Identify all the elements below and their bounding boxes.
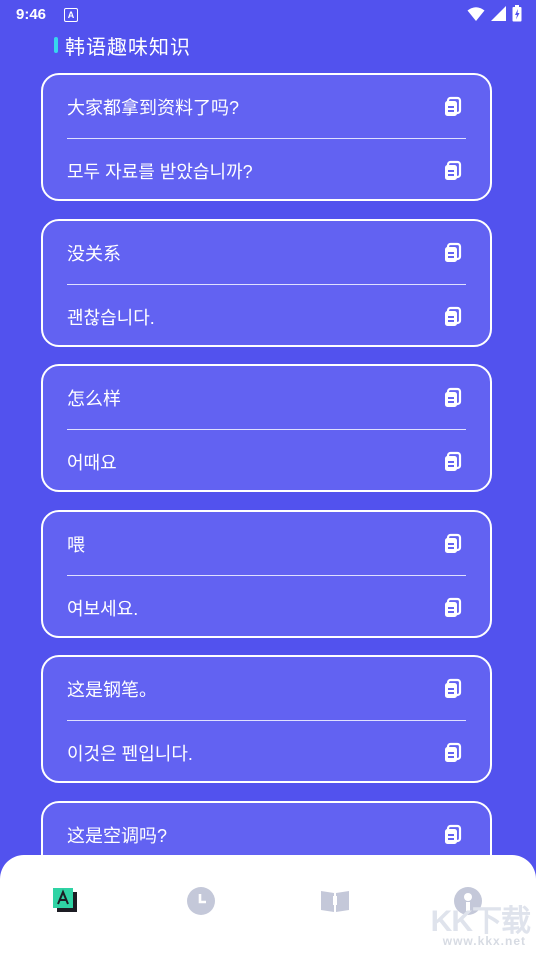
translate-icon — [53, 888, 77, 912]
phrase-row-korean: 괜찮습니다. — [67, 285, 464, 349]
korean-phrase: 이것은 펜입니다. — [67, 744, 193, 764]
battery-icon — [512, 5, 522, 22]
page-title: 韩语趣味知识 — [65, 36, 191, 59]
phrase-row-chinese: 这是钢笔。 — [67, 657, 464, 721]
copy-icon[interactable] — [442, 597, 464, 619]
copy-icon[interactable] — [442, 742, 464, 764]
nav-item-translate[interactable] — [47, 883, 83, 919]
nav-item-learn[interactable] — [317, 883, 353, 919]
copy-icon[interactable] — [442, 824, 464, 846]
chinese-phrase: 没关系 — [67, 243, 121, 264]
phrase-row-korean: 어때요 — [67, 430, 464, 494]
phrase-card: 这是钢笔。 이것은 펜입니다. — [41, 655, 492, 783]
book-icon — [321, 891, 349, 912]
signal-icon — [491, 6, 506, 21]
copy-icon[interactable] — [442, 306, 464, 328]
copy-icon[interactable] — [442, 451, 464, 473]
chinese-phrase: 这是钢笔。 — [67, 680, 157, 700]
phrase-card: 怎么样 어때요 — [41, 364, 492, 492]
phrase-row-chinese: 喂 — [67, 512, 464, 576]
phrase-row-korean: 모두 자료를 받았습니까? — [67, 139, 464, 203]
chinese-phrase: 怎么样 — [67, 389, 121, 409]
status-bar: 9:46 A — [0, 0, 536, 30]
status-time: 9:46 — [16, 6, 47, 23]
copy-icon[interactable] — [442, 160, 464, 182]
phrase-row-korean: 여보세요. — [67, 576, 464, 640]
korean-phrase: 모두 자료를 받았습니까? — [67, 162, 253, 182]
phrase-card: 大家都拿到资料了吗? 모두 자료를 받았습니까? — [41, 73, 492, 201]
korean-phrase: 어때요 — [67, 453, 117, 473]
chinese-phrase: 大家都拿到资料了吗? — [67, 98, 240, 118]
korean-phrase: 괜찮습니다. — [67, 307, 155, 328]
phrase-row-chinese: 怎么样 — [67, 366, 464, 430]
korean-phrase: 여보세요. — [67, 598, 139, 619]
copy-icon[interactable] — [442, 242, 464, 264]
chinese-phrase: 这是空调吗? — [67, 825, 168, 846]
phrase-card: 没关系 괜찮습니다. — [41, 218, 492, 349]
phrase-row-chinese: 没关系 — [67, 221, 464, 285]
nav-item-history[interactable] — [183, 883, 219, 919]
phrase-row-chinese: 大家都拿到资料了吗? — [67, 75, 464, 139]
wifi-icon — [467, 6, 485, 21]
section-header: 韩语趣味知识 — [54, 32, 191, 59]
status-icons — [467, 5, 522, 22]
chinese-phrase: 喂 — [67, 534, 85, 555]
copy-icon[interactable] — [442, 96, 464, 118]
copy-icon[interactable] — [442, 678, 464, 700]
watermark-url: www.kkx.net — [442, 934, 526, 948]
app-notification-icon: A — [64, 8, 78, 22]
watermark: KK下载 www.kkx.net — [418, 896, 531, 954]
copy-icon[interactable] — [442, 533, 464, 555]
phrase-card: 喂 여보세요. — [41, 509, 492, 640]
header-accent-bar — [54, 37, 58, 53]
clock-icon — [187, 887, 215, 915]
copy-icon[interactable] — [442, 387, 464, 409]
phrase-row-korean: 이것은 펜입니다. — [67, 721, 464, 785]
